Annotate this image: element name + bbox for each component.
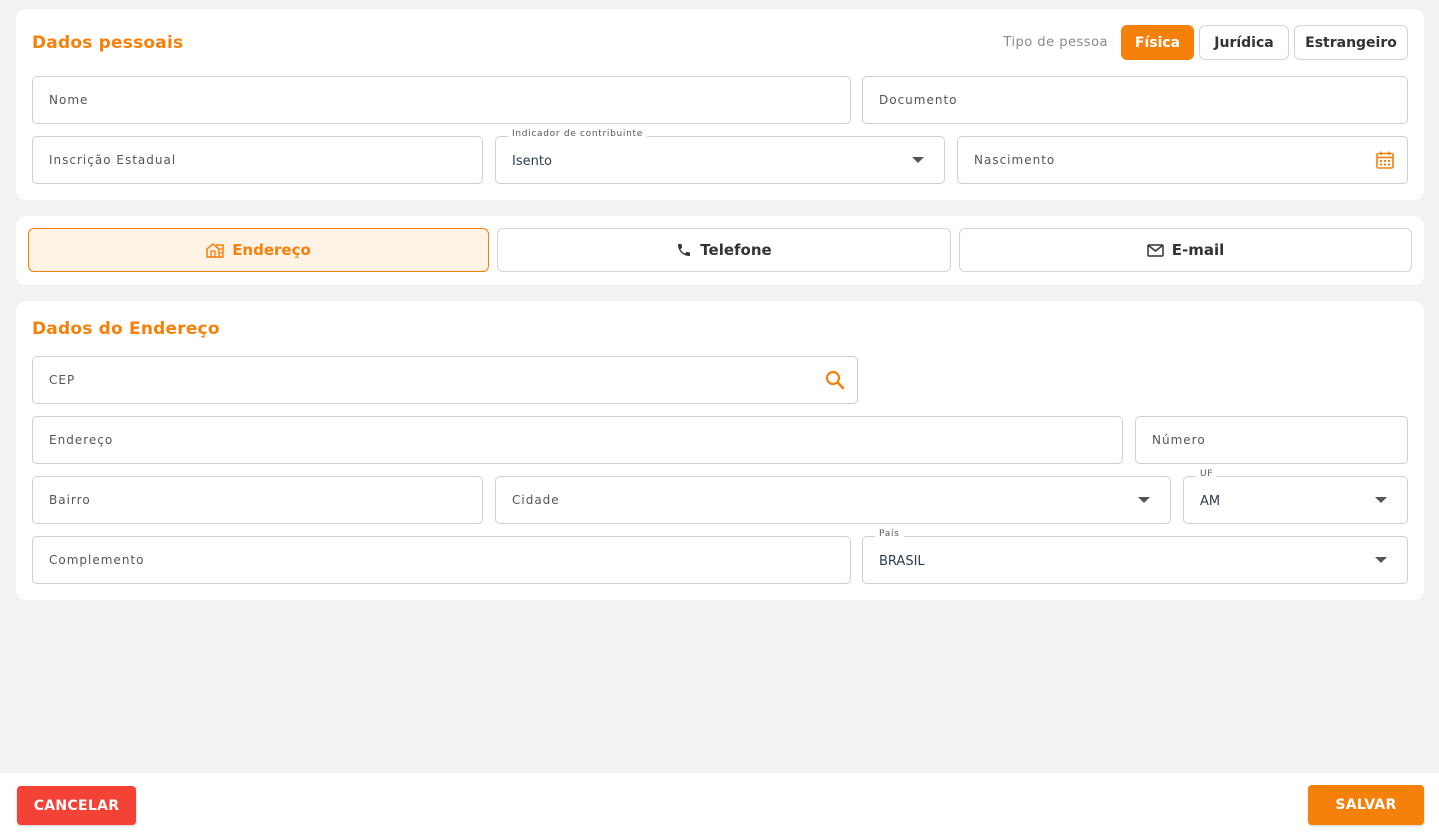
person-type-label: Tipo de pessoa — [1003, 35, 1108, 50]
tab-endereco[interactable]: Endereço — [28, 228, 489, 272]
person-type-estrangeiro-button[interactable]: Estrangeiro — [1294, 25, 1408, 60]
mail-icon — [1146, 243, 1164, 257]
tab-telefone-label: Telefone — [700, 241, 772, 259]
endereco-field[interactable]: Endereço — [32, 416, 1123, 464]
nome-placeholder: Nome — [49, 93, 89, 107]
cep-placeholder: CEP — [49, 373, 76, 387]
footer-bar: CANCELAR SALVAR — [0, 773, 1439, 836]
inscricao-estadual-field[interactable]: Inscrição Estadual — [32, 136, 483, 184]
phone-icon — [676, 242, 692, 258]
person-type-fisica-button[interactable]: Física — [1121, 25, 1194, 60]
uf-select[interactable]: UF AM — [1183, 469, 1408, 524]
indicador-contribuinte-value: Isento — [512, 154, 552, 169]
save-button[interactable]: SALVAR — [1308, 785, 1424, 825]
complemento-field[interactable]: Complemento — [32, 536, 851, 584]
cep-field[interactable]: CEP — [32, 356, 858, 404]
numero-placeholder: Número — [1152, 433, 1206, 447]
complemento-placeholder: Complemento — [49, 553, 145, 567]
dropdown-caret-icon — [912, 157, 924, 163]
endereco-placeholder: Endereço — [49, 433, 114, 447]
contact-tabs-card: Endereço Telefone E-mail — [16, 216, 1424, 285]
address-data-card: Dados do Endereço CEP Endereço Número Ba… — [16, 301, 1424, 600]
nascimento-field[interactable]: Nascimento — [957, 136, 1408, 184]
personal-data-card: Dados pessoais Tipo de pessoa Física Jur… — [16, 9, 1424, 200]
house-icon — [206, 242, 224, 258]
uf-label: UF — [1196, 469, 1218, 479]
nascimento-placeholder: Nascimento — [974, 153, 1056, 167]
pais-select[interactable]: País BRASIL — [862, 529, 1408, 584]
tab-email-label: E-mail — [1171, 241, 1225, 259]
cidade-placeholder: Cidade — [512, 493, 560, 507]
address-data-title: Dados do Endereço — [32, 319, 220, 339]
pais-value: BRASIL — [879, 554, 925, 569]
documento-field[interactable]: Documento — [862, 76, 1408, 124]
cidade-select[interactable]: Cidade — [495, 476, 1171, 524]
indicador-contribuinte-select[interactable]: Indicador de contribuinte Isento — [495, 129, 945, 184]
numero-field[interactable]: Número — [1135, 416, 1408, 464]
personal-data-title: Dados pessoais — [32, 33, 184, 53]
tab-email[interactable]: E-mail — [959, 228, 1412, 272]
nome-field[interactable]: Nome — [32, 76, 851, 124]
dropdown-caret-icon — [1375, 557, 1387, 563]
pais-label: País — [875, 529, 904, 539]
cancel-button[interactable]: CANCELAR — [17, 786, 136, 825]
person-type-selector: Tipo de pessoa Física Jurídica Estrangei… — [1003, 25, 1408, 60]
indicador-contribuinte-label: Indicador de contribuinte — [508, 129, 648, 139]
inscricao-estadual-placeholder: Inscrição Estadual — [49, 153, 177, 167]
bairro-placeholder: Bairro — [49, 493, 91, 507]
tab-endereco-label: Endereço — [232, 241, 311, 259]
person-type-juridica-button[interactable]: Jurídica — [1199, 25, 1289, 60]
documento-placeholder: Documento — [879, 93, 958, 107]
uf-value: AM — [1200, 494, 1221, 509]
tab-telefone[interactable]: Telefone — [497, 228, 951, 272]
dropdown-caret-icon — [1375, 497, 1387, 503]
calendar-icon[interactable] — [1375, 150, 1395, 170]
bairro-field[interactable]: Bairro — [32, 476, 483, 524]
dropdown-caret-icon — [1138, 497, 1150, 503]
search-icon[interactable] — [825, 370, 845, 390]
